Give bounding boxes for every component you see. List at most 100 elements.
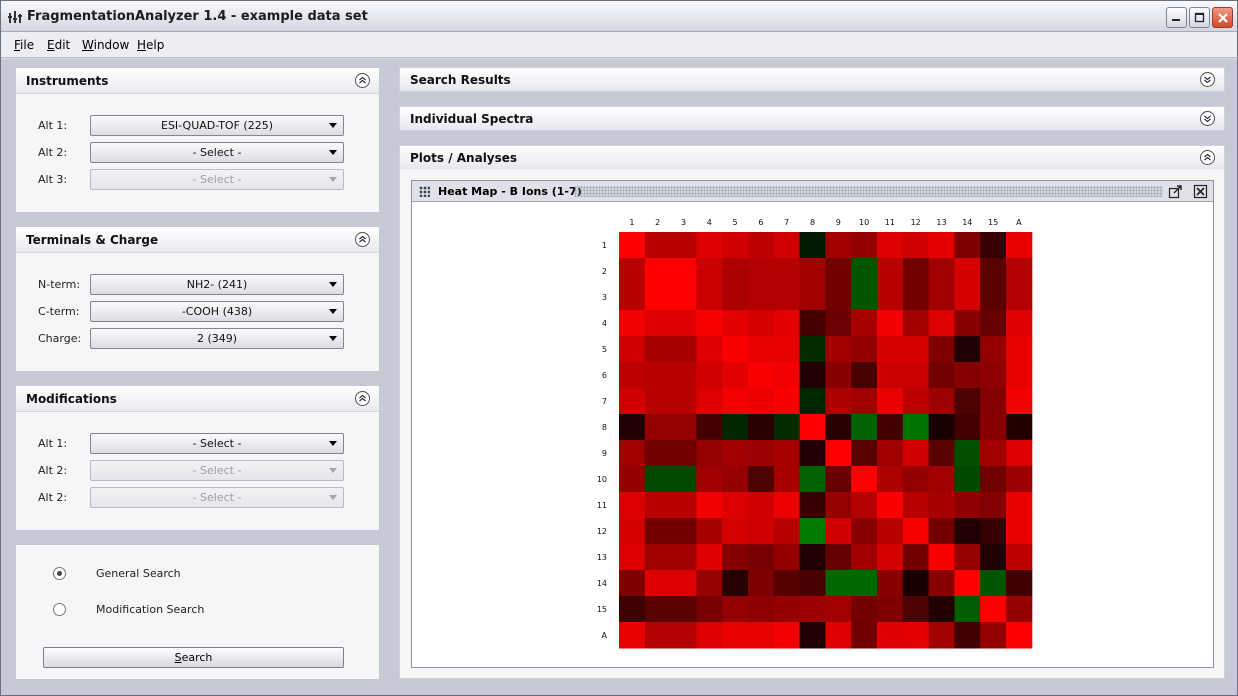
heatmap-cell[interactable] (928, 362, 955, 389)
heatmap-cell[interactable] (773, 284, 801, 311)
heatmap-cell[interactable] (902, 622, 930, 649)
collapse-up-icon[interactable] (1200, 150, 1215, 165)
heatmap-cell[interactable] (773, 388, 801, 415)
heatmap-cell[interactable] (980, 518, 1007, 545)
search-results-panel-header[interactable]: Search Results (399, 67, 1225, 92)
heatmap-cell[interactable] (851, 440, 878, 467)
heatmap-cell[interactable] (1006, 622, 1033, 649)
drag-grip-icon[interactable] (419, 186, 430, 197)
search-button[interactable]: Search (43, 647, 344, 668)
heatmap-cell[interactable] (954, 570, 981, 597)
heatmap-cell[interactable] (928, 466, 955, 493)
heatmap-cell[interactable] (851, 388, 878, 415)
heatmap-cell[interactable] (877, 570, 904, 597)
heatmap-cell[interactable] (902, 232, 930, 259)
heatmap-cell[interactable] (902, 466, 930, 493)
heatmap-cell[interactable] (619, 622, 646, 649)
modification-search-radio[interactable] (53, 603, 66, 616)
heatmap-cell[interactable] (877, 310, 904, 337)
modifications-header[interactable]: Modifications (16, 386, 379, 412)
heatmap-cell[interactable] (851, 414, 878, 441)
heatmap-cell[interactable] (928, 622, 955, 649)
individual-spectra-panel-header[interactable]: Individual Spectra (399, 106, 1225, 131)
heatmap-cell[interactable] (851, 596, 878, 623)
heatmap-cell[interactable] (928, 518, 955, 545)
heatmap-cell[interactable] (748, 518, 775, 545)
heatmap-cell[interactable] (877, 440, 904, 467)
heatmap-cell[interactable] (851, 258, 878, 285)
heatmap-cell[interactable] (644, 388, 672, 415)
heatmap-cell[interactable] (980, 544, 1007, 571)
heatmap-cell[interactable] (619, 232, 646, 259)
heatmap-cell[interactable] (902, 440, 930, 467)
title-bar[interactable]: FragmentationAnalyzer 1.4 - example data… (1, 1, 1237, 32)
heatmap-cell[interactable] (722, 232, 749, 259)
heatmap-cell[interactable] (619, 466, 646, 493)
heatmap-cell[interactable] (670, 414, 697, 441)
heatmap-cell[interactable] (980, 492, 1007, 519)
heatmap-cell[interactable] (825, 414, 852, 441)
heatmap-cell[interactable] (902, 388, 930, 415)
heatmap-cell[interactable] (980, 232, 1007, 259)
heatmap-cell[interactable] (954, 336, 981, 363)
heatmap-cell[interactable] (722, 466, 749, 493)
heatmap-cell[interactable] (773, 544, 801, 571)
heatmap-cell[interactable] (980, 362, 1007, 389)
heatmap-cell[interactable] (722, 622, 749, 649)
heatmap-cell[interactable] (670, 336, 697, 363)
heatmap-cell[interactable] (851, 570, 878, 597)
heatmap-cell[interactable] (773, 258, 801, 285)
heatmap-cell[interactable] (980, 310, 1007, 337)
heatmap-cell[interactable] (851, 622, 878, 649)
heatmap-cell[interactable] (980, 258, 1007, 285)
heatmap-cell[interactable] (1006, 414, 1033, 441)
heatmap-cell[interactable] (748, 232, 775, 259)
heatmap-cell[interactable] (799, 622, 826, 649)
heatmap-cell[interactable] (851, 492, 878, 519)
heatmap-cell[interactable] (644, 466, 672, 493)
heatmap-cell[interactable] (1006, 336, 1033, 363)
heatmap-cell[interactable] (696, 518, 723, 545)
heatmap-cell[interactable] (980, 336, 1007, 363)
heatmap-cell[interactable] (954, 258, 981, 285)
heatmap-cell[interactable] (825, 518, 852, 545)
heatmap-cell[interactable] (825, 622, 852, 649)
collapse-up-icon[interactable] (355, 391, 370, 406)
heatmap-cell[interactable] (722, 440, 749, 467)
heatmap-cell[interactable] (877, 544, 904, 571)
terminals-header[interactable]: Terminals & Charge (16, 227, 379, 253)
heatmap-cell[interactable] (619, 440, 646, 467)
heatmap-cell[interactable] (902, 310, 930, 337)
heatmap-cell[interactable] (619, 284, 646, 311)
heatmap-cell[interactable] (644, 440, 672, 467)
modification-search-label[interactable]: Modification Search (96, 603, 204, 616)
heatmap-cell[interactable] (619, 362, 646, 389)
heatmap-cell[interactable] (902, 596, 930, 623)
heatmap-cell[interactable] (928, 232, 955, 259)
heatmap-cell[interactable] (825, 232, 852, 259)
heatmap-cell[interactable] (902, 258, 930, 285)
heatmap-cell[interactable] (928, 570, 955, 597)
heatmap-cell[interactable] (954, 310, 981, 337)
heatmap-cell[interactable] (825, 258, 852, 285)
heatmap-cell[interactable] (928, 258, 955, 285)
heatmap-cell[interactable] (954, 414, 981, 441)
heatmap-cell[interactable] (670, 570, 697, 597)
heatmap-cell[interactable] (851, 466, 878, 493)
close-frame-icon[interactable] (1193, 184, 1208, 199)
heatmap-cell[interactable] (928, 596, 955, 623)
heatmap-cell[interactable] (670, 440, 697, 467)
heatmap-cell[interactable] (696, 258, 723, 285)
heatmap-cell[interactable] (825, 336, 852, 363)
heatmap-cell[interactable] (696, 284, 723, 311)
heatmap-cell[interactable] (696, 466, 723, 493)
heatmap-cell[interactable] (954, 596, 981, 623)
heatmap-cell[interactable] (619, 258, 646, 285)
heatmap-cell[interactable] (619, 336, 646, 363)
menu-file[interactable]: File (14, 38, 34, 52)
heatmap-cell[interactable] (748, 258, 775, 285)
heatmap-cell[interactable] (954, 440, 981, 467)
heatmap-cell[interactable] (877, 622, 904, 649)
heatmap-cell[interactable] (722, 336, 749, 363)
heatmap-cell[interactable] (644, 518, 672, 545)
